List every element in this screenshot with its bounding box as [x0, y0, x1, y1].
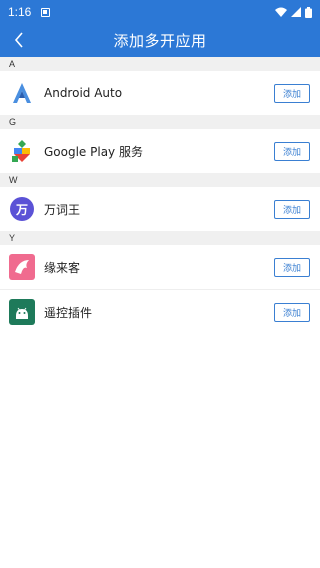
wifi-icon [275, 7, 287, 17]
app-bar: 添加多开应用 [0, 24, 320, 57]
section-header-g: G [0, 115, 320, 129]
list-item-wancibang: 万 万词王 添加 [0, 187, 320, 231]
add-button[interactable]: 添加 [274, 302, 310, 322]
list-item-android-auto: Android Auto 添加 [0, 71, 320, 115]
list-item-remote-control-plugin: 遥控插件 添加 [0, 290, 320, 334]
app-name: 遥控插件 [44, 305, 93, 320]
list-item-yuanlaike: 缘来客 添加 [0, 245, 320, 289]
remote-control-plugin-icon [9, 299, 35, 325]
back-button[interactable] [8, 28, 30, 52]
app-name: Google Play 服务 [44, 144, 143, 159]
status-bar: 1:16 [0, 0, 320, 24]
list-item-google-play-services: Google Play 服务 添加 [0, 129, 320, 173]
app-list: A Android Auto 添加 G Google Play 服务 添加 W [0, 57, 320, 334]
section-header-y: Y [0, 231, 320, 245]
app-name: 缘来客 [44, 260, 81, 275]
app-name: 万词王 [44, 202, 81, 217]
status-icons [275, 6, 312, 18]
signal-icon [291, 7, 301, 17]
add-button[interactable]: 添加 [274, 141, 310, 161]
section-header-a: A [0, 57, 320, 71]
android-auto-icon [9, 80, 35, 106]
status-time: 1:16 [8, 5, 32, 19]
section-header-w: W [0, 173, 320, 187]
wancibang-icon: 万 [9, 196, 35, 222]
wancibang-icon-text: 万 [15, 202, 28, 217]
notification-icon [41, 7, 51, 17]
google-play-services-icon [9, 138, 35, 164]
battery-icon [305, 6, 312, 18]
yuanlaike-icon [9, 254, 35, 280]
add-button[interactable]: 添加 [274, 83, 310, 103]
chevron-left-icon [14, 32, 23, 48]
page-title: 添加多开应用 [113, 32, 207, 50]
add-button[interactable]: 添加 [274, 257, 310, 277]
app-name: Android Auto [44, 86, 123, 100]
add-button[interactable]: 添加 [274, 199, 310, 219]
